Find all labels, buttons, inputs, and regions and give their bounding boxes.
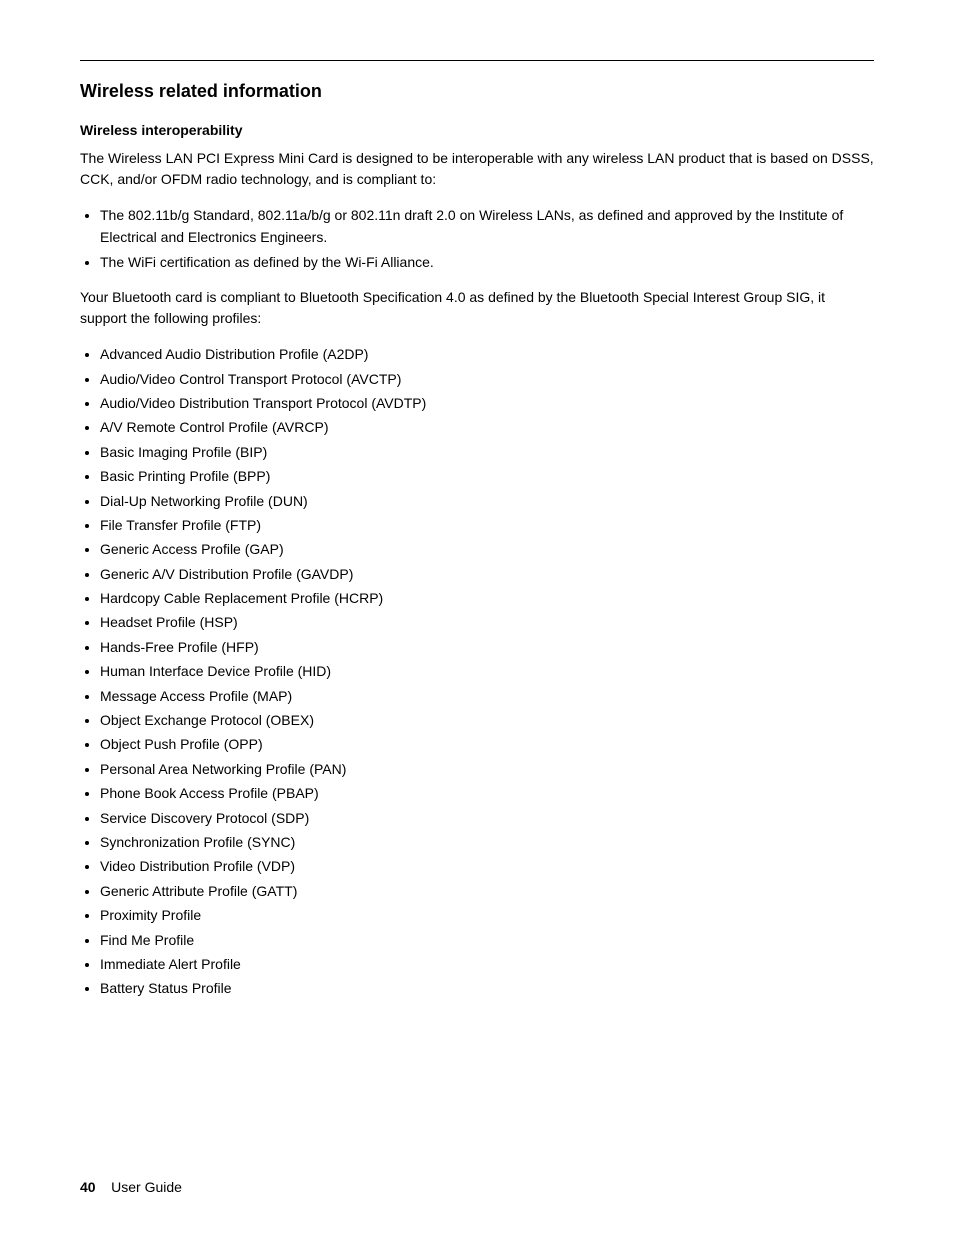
list-item: Message Access Profile (MAP): [100, 685, 874, 707]
list-item: Battery Status Profile: [100, 977, 874, 999]
list-item: The 802.11b/g Standard, 802.11a/b/g or 8…: [100, 204, 874, 249]
list-item: Dial-Up Networking Profile (DUN): [100, 490, 874, 512]
list-item: Video Distribution Profile (VDP): [100, 855, 874, 877]
list-item: Basic Printing Profile (BPP): [100, 465, 874, 487]
page-number: 40: [80, 1179, 96, 1195]
list-item: Personal Area Networking Profile (PAN): [100, 758, 874, 780]
list-item: Object Exchange Protocol (OBEX): [100, 709, 874, 731]
list-item: Service Discovery Protocol (SDP): [100, 807, 874, 829]
paragraph-1: The Wireless LAN PCI Express Mini Card i…: [80, 148, 874, 190]
list-item: Advanced Audio Distribution Profile (A2D…: [100, 343, 874, 365]
section-title: Wireless related information: [80, 81, 874, 102]
list-item: Proximity Profile: [100, 904, 874, 926]
list-item: Immediate Alert Profile: [100, 953, 874, 975]
list-item: Basic Imaging Profile (BIP): [100, 441, 874, 463]
list-item: Generic Access Profile (GAP): [100, 538, 874, 560]
bullet-list-1: The 802.11b/g Standard, 802.11a/b/g or 8…: [100, 204, 874, 273]
list-item: Find Me Profile: [100, 929, 874, 951]
list-item: Human Interface Device Profile (HID): [100, 660, 874, 682]
list-item: Generic Attribute Profile (GATT): [100, 880, 874, 902]
paragraph-2: Your Bluetooth card is compliant to Blue…: [80, 287, 874, 329]
list-item: Audio/Video Control Transport Protocol (…: [100, 368, 874, 390]
footer-label: User Guide: [111, 1179, 182, 1195]
list-item: The WiFi certification as defined by the…: [100, 251, 874, 273]
top-divider: [80, 60, 874, 61]
list-item: Synchronization Profile (SYNC): [100, 831, 874, 853]
page: Wireless related information Wireless in…: [0, 0, 954, 1235]
list-item: Headset Profile (HSP): [100, 611, 874, 633]
list-item: Hands-Free Profile (HFP): [100, 636, 874, 658]
list-item: File Transfer Profile (FTP): [100, 514, 874, 536]
list-item: Hardcopy Cable Replacement Profile (HCRP…: [100, 587, 874, 609]
list-item: Audio/Video Distribution Transport Proto…: [100, 392, 874, 414]
footer: 40 User Guide: [80, 1179, 182, 1195]
bullet-list-2: Advanced Audio Distribution Profile (A2D…: [100, 343, 874, 1000]
list-item: Generic A/V Distribution Profile (GAVDP): [100, 563, 874, 585]
list-item: A/V Remote Control Profile (AVRCP): [100, 416, 874, 438]
list-item: Phone Book Access Profile (PBAP): [100, 782, 874, 804]
list-item: Object Push Profile (OPP): [100, 733, 874, 755]
subsection-title: Wireless interoperability: [80, 122, 874, 138]
